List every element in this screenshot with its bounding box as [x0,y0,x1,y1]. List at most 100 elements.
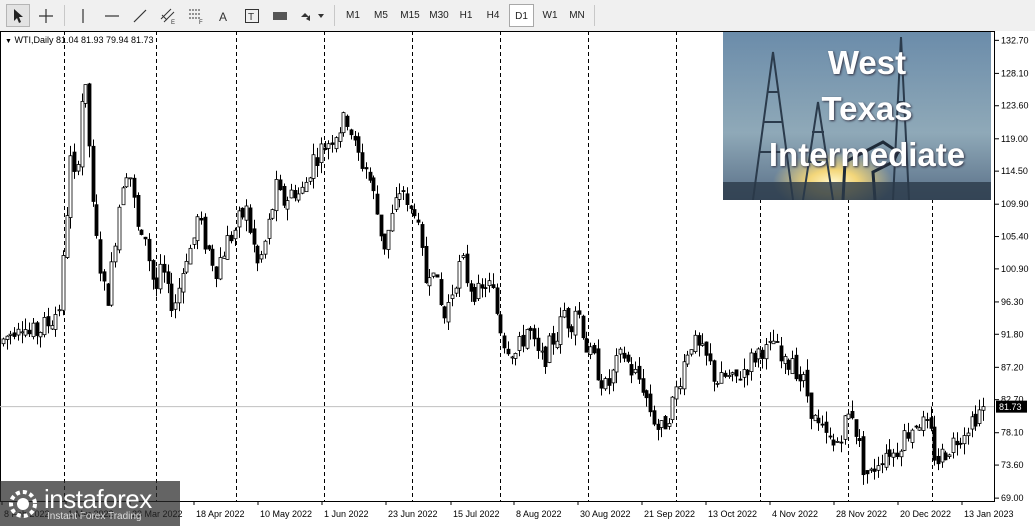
candle-body [390,212,395,232]
candle-body [727,375,732,378]
cursor-icon[interactable] [6,4,30,27]
symbol-ohlc-label: WTI,Daily 81.04 81.93 79.94 81.73 [14,35,154,45]
candle-body [850,410,855,419]
timeframe-m5[interactable]: M5 [368,4,394,27]
candle-body [603,378,608,390]
candle-body [809,392,814,419]
y-tick-label: 87.20 [1001,362,1024,372]
candle-body [480,284,485,289]
timeframe-h1[interactable]: H1 [453,4,479,27]
candle-body [835,440,840,443]
candle-body [693,334,698,352]
rectangle-icon[interactable] [268,4,292,27]
candle-body [730,372,735,375]
y-tick-label: 91.80 [1001,329,1024,339]
candle-body [5,335,10,340]
fibonacci-icon[interactable]: F [184,4,208,27]
candle-body [648,393,653,413]
y-tick-label: 109.90 [1001,199,1029,209]
y-tick-label: 69.00 [1001,493,1024,503]
candle-body [237,210,242,228]
candle-body [124,177,129,188]
candle-body [670,396,675,421]
candle-body [61,255,66,311]
candle-body [296,193,301,201]
text-icon[interactable]: A [212,4,236,27]
candle-body [151,260,156,280]
crosshair-icon[interactable] [34,4,58,27]
text-label-icon[interactable]: T [240,4,264,27]
candle-body [869,468,874,471]
candle-body [166,271,171,284]
candle-body [786,359,791,370]
vertical-line-icon[interactable] [72,4,94,27]
candle-body [147,238,152,262]
candle-body [678,386,683,390]
equidistant-channel-icon[interactable]: E [156,4,180,27]
candle-body [663,416,668,430]
candle-body [502,335,507,349]
candle-body [465,253,470,284]
candle-body [229,234,234,242]
candle-body [854,419,859,437]
candle-body [12,332,17,337]
candle-body [210,248,215,266]
candle-body [255,245,260,264]
timeframe-w1[interactable]: W1 [537,4,563,27]
candle-body [846,413,851,420]
candle-body [764,344,769,360]
candle-body [611,369,616,384]
x-tick-label: 15 Jul 2022 [453,509,500,519]
candle-body [607,378,612,386]
candle-body [622,352,627,359]
candle-body [345,115,350,127]
candle-body [483,287,488,289]
timeframe-m30[interactable]: M30 [425,4,453,27]
y-tick-label: 119.00 [1001,134,1028,144]
candle-body [308,177,313,182]
candle-body [682,361,687,390]
candle-body [783,356,788,364]
candle-body [364,167,369,170]
trendline-icon[interactable] [128,4,152,27]
candle-body [629,364,634,376]
candle-body [394,197,399,210]
timeframe-mn[interactable]: MN [564,4,590,27]
candle-body [439,279,444,306]
candle-body [723,372,728,377]
candle-body [214,266,219,279]
chart-window[interactable]: 81.73 132.70 128.10 123.60 119.00 114.50 109.… [0,31,1035,526]
candle-body [558,316,563,345]
timeframe-d1[interactable]: D1 [509,4,534,27]
candle-body [966,432,971,437]
candle-body [626,354,631,362]
candle-body [199,217,204,221]
candle-body [543,346,548,368]
timeframe-h4[interactable]: H4 [480,4,506,27]
candle-body [409,205,414,209]
svg-text:E: E [171,20,175,25]
horizontal-line-icon[interactable] [100,4,124,27]
candle-body [958,442,963,445]
y-tick-label: 78.10 [1001,428,1024,438]
candle-body [861,436,866,476]
candle-body [555,340,560,349]
timeframe-m15[interactable]: M15 [396,4,424,27]
candle-body [248,207,253,233]
arrows-dropdown-icon[interactable] [296,4,328,27]
candle-body [902,430,907,451]
candle-body [315,157,320,167]
candle-body [117,206,122,251]
x-tick-label: 13 Jan 2023 [964,509,1014,519]
candle-body [633,368,638,374]
candle-body [491,284,496,289]
candle-body [865,470,870,475]
candle-body [181,273,186,293]
candle-body [790,358,795,375]
y-tick-label: 132.70 [1001,35,1029,45]
candle-body [386,229,391,250]
candle-body [195,216,200,242]
candle-body [745,369,750,376]
timeframe-m1[interactable]: M1 [340,4,366,27]
candle-body [461,255,466,258]
